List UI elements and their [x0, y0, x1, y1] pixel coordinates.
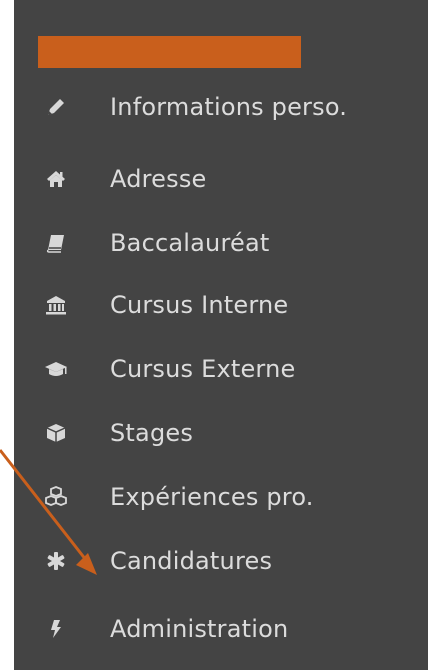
- sidebar-header-bar: [38, 36, 301, 68]
- sidebar-item-informations-perso[interactable]: Informations perso.: [0, 76, 428, 138]
- sidebar-item-experiences-pro[interactable]: Expériences pro.: [0, 466, 428, 528]
- cube-icon: [40, 417, 72, 449]
- cubes-icon: [40, 481, 72, 513]
- sidebar-item-adresse[interactable]: Adresse: [0, 148, 428, 210]
- sidebar-item-label: Administration: [110, 615, 289, 643]
- sidebar-item-label: Adresse: [110, 165, 207, 193]
- sidebar-item-label: Cursus Externe: [110, 355, 296, 383]
- bolt-icon: [40, 613, 72, 645]
- sidebar-item-label: Baccalauréat: [110, 229, 270, 257]
- sidebar-item-stages[interactable]: Stages: [0, 402, 428, 464]
- book-icon: [40, 227, 72, 259]
- sidebar-item-label: Candidatures: [110, 547, 273, 575]
- sidebar-item-label: Expériences pro.: [110, 483, 314, 511]
- pencil-icon: [40, 91, 72, 123]
- sidebar-item-label: Stages: [110, 419, 194, 447]
- home-icon: [40, 163, 72, 195]
- sidebar-item-baccalaureat[interactable]: Baccalauréat: [0, 212, 428, 274]
- sidebar-item-label: Informations perso.: [110, 93, 348, 121]
- sidebar-item-candidatures[interactable]: Candidatures: [0, 530, 428, 592]
- sidebar-item-label: Cursus Interne: [110, 291, 289, 319]
- graduation-cap-icon: [40, 353, 72, 385]
- bank-icon: [40, 289, 72, 321]
- asterisk-icon: [40, 545, 72, 577]
- sidebar-item-cursus-interne[interactable]: Cursus Interne: [0, 274, 428, 336]
- sidebar-item-administration[interactable]: Administration: [0, 598, 428, 660]
- sidebar-item-cursus-externe[interactable]: Cursus Externe: [0, 338, 428, 400]
- page: Informations perso. Adresse Baccalauréat…: [0, 0, 428, 670]
